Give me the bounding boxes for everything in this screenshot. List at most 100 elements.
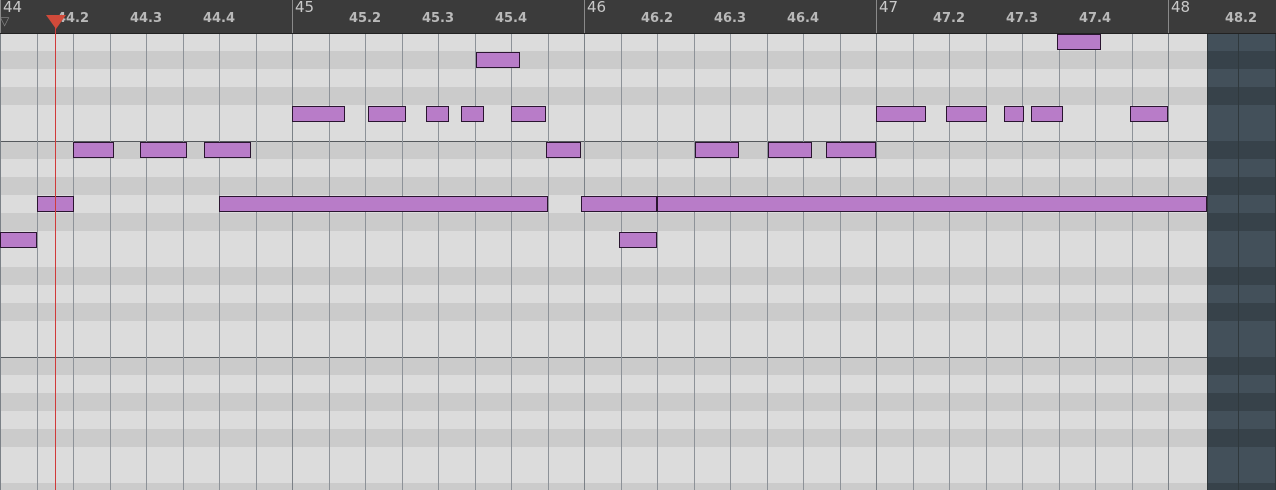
- sub-gridline: [438, 33, 439, 490]
- past-end-lane: [1208, 87, 1276, 105]
- sub-gridline: [402, 33, 403, 490]
- note-lane[interactable]: [0, 213, 1276, 231]
- sub-gridline: [548, 33, 549, 490]
- midi-note[interactable]: [695, 142, 739, 158]
- midi-note[interactable]: [1004, 106, 1024, 122]
- past-end-lane: [1208, 69, 1276, 87]
- midi-note[interactable]: [1031, 106, 1063, 122]
- beat-label: 44.4: [202, 11, 236, 26]
- past-end-lane: [1208, 231, 1276, 249]
- note-lane[interactable]: [0, 51, 1276, 69]
- beat-label: 46.3: [713, 11, 747, 26]
- note-lane[interactable]: [0, 303, 1276, 321]
- bar-number-label: 47: [879, 0, 899, 16]
- note-lane[interactable]: [0, 123, 1276, 141]
- bar-number-label: 46: [587, 0, 607, 16]
- sub-gridline: [767, 33, 768, 490]
- note-grid[interactable]: [0, 33, 1276, 490]
- midi-note[interactable]: [546, 142, 581, 158]
- midi-note[interactable]: [73, 142, 114, 158]
- midi-note[interactable]: [461, 106, 484, 122]
- midi-note[interactable]: [204, 142, 251, 158]
- note-lane[interactable]: [0, 141, 1276, 159]
- note-lane[interactable]: [0, 159, 1276, 177]
- past-end-lane: [1208, 285, 1276, 303]
- beat-label: 45.4: [494, 11, 528, 26]
- midi-note[interactable]: [619, 232, 657, 248]
- sub-gridline: [219, 33, 220, 490]
- piano-roll-editor[interactable]: ▽ 44 45 46 47 48 44.2 44.3 44.4 45.2 45.3 45.4 46.2…: [0, 0, 1276, 490]
- past-end-lane: [1208, 411, 1276, 429]
- midi-note[interactable]: [0, 232, 37, 248]
- note-lane[interactable]: [0, 249, 1276, 267]
- past-end-lane: [1208, 447, 1276, 465]
- sub-gridline: [913, 33, 914, 490]
- beat-label: 48.2: [1224, 11, 1258, 26]
- past-end-lane: [1208, 105, 1276, 123]
- midi-note[interactable]: [826, 142, 876, 158]
- midi-note[interactable]: [768, 142, 812, 158]
- bar-tick: [876, 0, 877, 33]
- sub-gridline: [329, 33, 330, 490]
- note-lane[interactable]: [0, 447, 1276, 465]
- midi-note[interactable]: [219, 196, 548, 212]
- past-end-gridline: [1238, 33, 1239, 490]
- past-end-lane: [1208, 393, 1276, 411]
- beat-label: 45.3: [421, 11, 455, 26]
- bar-gridline: [876, 33, 877, 490]
- loop-start-icon[interactable]: ▽: [0, 15, 10, 27]
- midi-note[interactable]: [426, 106, 449, 122]
- bar-gridline: [1168, 33, 1169, 490]
- playhead-marker-icon[interactable]: [46, 15, 66, 29]
- note-lane[interactable]: [0, 339, 1276, 357]
- midi-note[interactable]: [476, 52, 520, 68]
- bar-tick: [1168, 0, 1169, 33]
- sub-gridline: [986, 33, 987, 490]
- midi-note[interactable]: [292, 106, 345, 122]
- midi-note[interactable]: [368, 106, 406, 122]
- sub-gridline: [256, 33, 257, 490]
- note-lane[interactable]: [0, 429, 1276, 447]
- note-lane[interactable]: [0, 321, 1276, 339]
- past-end-lane: [1208, 249, 1276, 267]
- sub-gridline: [1132, 33, 1133, 490]
- past-end-lane: [1208, 33, 1276, 51]
- note-lane[interactable]: [0, 177, 1276, 195]
- midi-note[interactable]: [657, 196, 1207, 212]
- past-end-lane: [1208, 267, 1276, 285]
- sub-gridline: [1022, 33, 1023, 490]
- past-end-lane: [1208, 177, 1276, 195]
- sub-gridline: [1059, 33, 1060, 490]
- midi-note[interactable]: [581, 196, 657, 212]
- midi-note[interactable]: [140, 142, 187, 158]
- midi-note[interactable]: [1130, 106, 1168, 122]
- note-lane[interactable]: [0, 465, 1276, 483]
- beat-label: 44.3: [129, 11, 163, 26]
- note-lane[interactable]: [0, 267, 1276, 285]
- note-lane[interactable]: [0, 87, 1276, 105]
- note-lane[interactable]: [0, 105, 1276, 123]
- past-end-lane: [1208, 51, 1276, 69]
- past-end-lane: [1208, 141, 1276, 159]
- midi-note[interactable]: [1057, 34, 1101, 50]
- sub-gridline: [110, 33, 111, 490]
- midi-note[interactable]: [511, 106, 546, 122]
- note-lane[interactable]: [0, 375, 1276, 393]
- bar-tick: [292, 0, 293, 33]
- octave-divider: [0, 357, 1207, 358]
- past-end-lane: [1208, 321, 1276, 339]
- note-lane[interactable]: [0, 69, 1276, 87]
- note-lane[interactable]: [0, 285, 1276, 303]
- timeline-ruler[interactable]: ▽ 44 45 46 47 48 44.2 44.3 44.4 45.2 45.3 45.4 46.2…: [0, 0, 1276, 34]
- sub-gridline: [621, 33, 622, 490]
- note-lane[interactable]: [0, 393, 1276, 411]
- note-lane[interactable]: [0, 483, 1276, 490]
- midi-note[interactable]: [876, 106, 926, 122]
- sub-gridline: [37, 33, 38, 490]
- bar-number-label: 45: [295, 0, 315, 16]
- midi-note[interactable]: [946, 106, 987, 122]
- past-end-lane: [1208, 213, 1276, 231]
- note-lane[interactable]: [0, 411, 1276, 429]
- beat-label: 45.2: [348, 11, 382, 26]
- note-lane[interactable]: [0, 357, 1276, 375]
